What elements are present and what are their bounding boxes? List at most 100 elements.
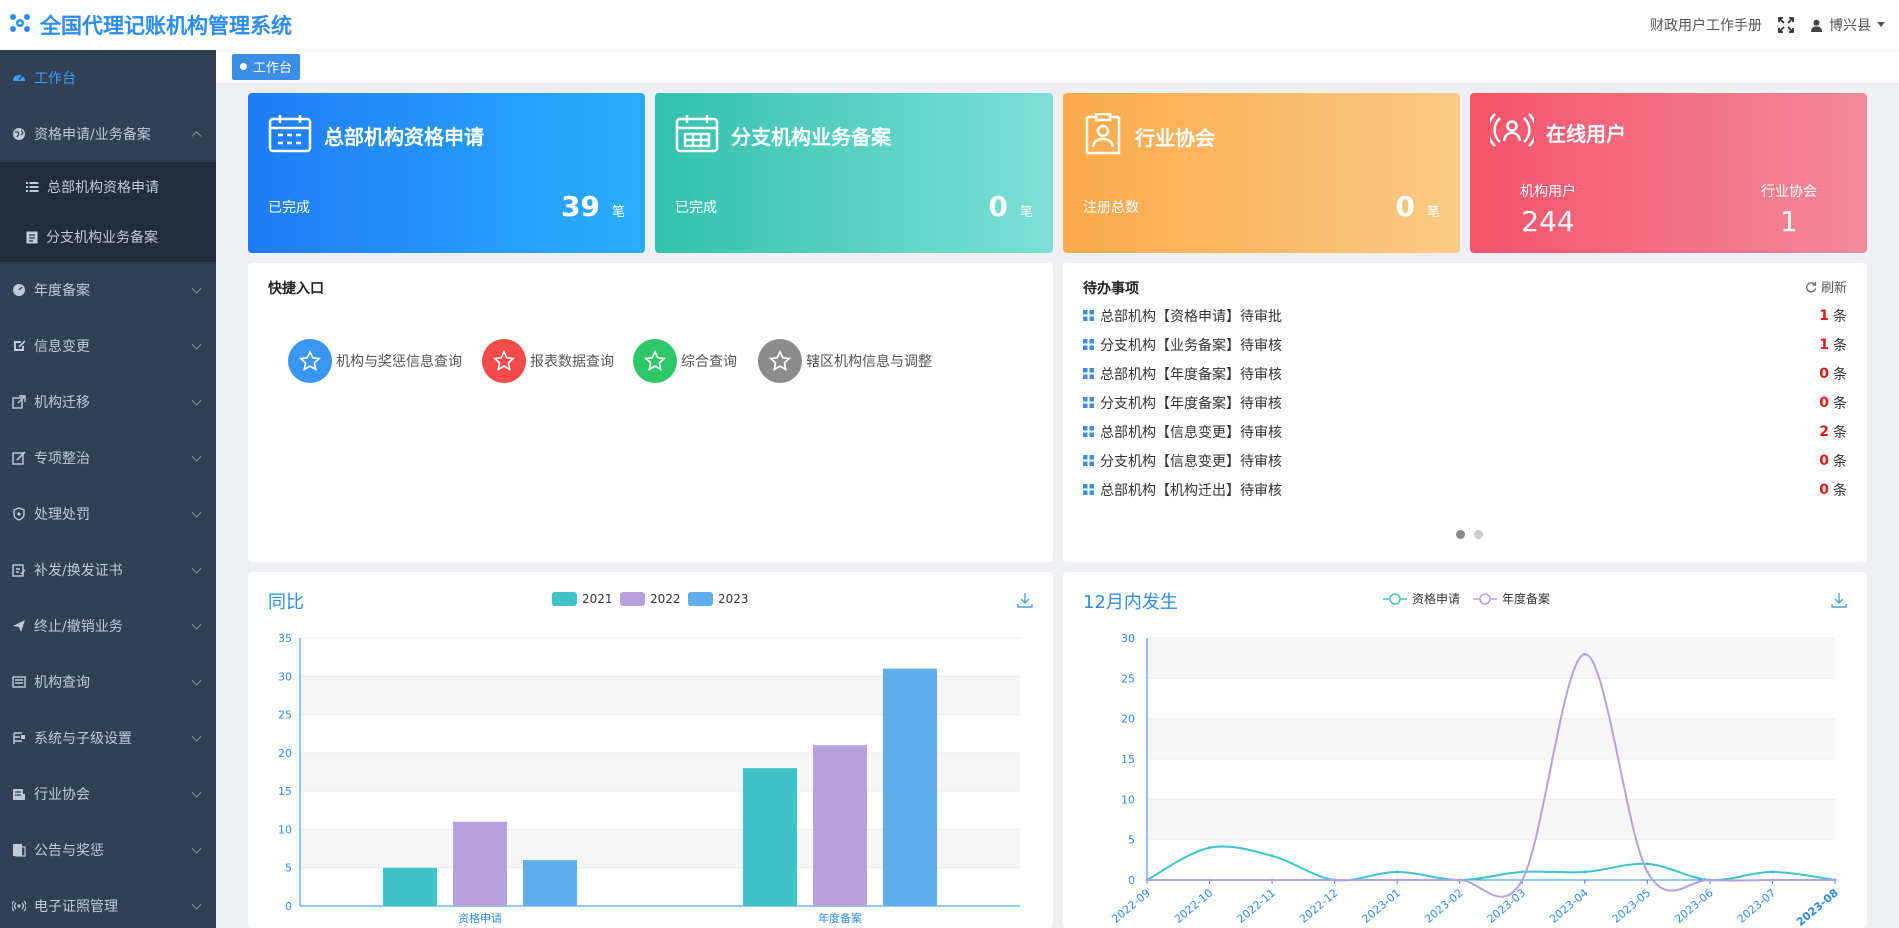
bar [383, 867, 437, 906]
book-icon [12, 787, 26, 801]
sidebar-item-penalty[interactable]: 处理处罚 [0, 486, 216, 542]
sidebar-item-system-settings[interactable]: 系统与子级设置 [0, 710, 216, 766]
x-tick-label: 年度备案 [818, 911, 862, 925]
sidebar-item-announcement[interactable]: 公告与奖惩 [0, 822, 216, 878]
user-menu[interactable]: 博兴县 [1810, 15, 1885, 35]
sidebar-subitem-branch-filing[interactable]: 分支机构业务备案 [0, 212, 216, 262]
tab-workbench[interactable]: 工作台 [232, 53, 301, 80]
quick-link-district-orgs[interactable]: 辖区机构信息与调整 [758, 339, 932, 383]
sidebar-item-qualification[interactable]: 资格申请/业务备案 [0, 106, 216, 162]
legend-label: 2022 [650, 592, 681, 606]
sidebar: 工作台 资格申请/业务备案 总部机构资格申请 分支机构业务备案 年度备案 信息变更… [0, 50, 216, 928]
data-point [1395, 878, 1399, 882]
todo-item[interactable]: 总部机构【资格申请】待审批 1 条 [1083, 301, 1847, 330]
data-point [1208, 878, 1212, 882]
quick-link-general-query[interactable]: 综合查询 [633, 339, 737, 383]
monthly-chart-panel: 12月内发生 0 5 10 15 20 25 30 2022-09 2022-10 2022-11… [1063, 572, 1867, 928]
grid-icon [1083, 484, 1094, 495]
grid-band [1147, 799, 1835, 840]
refresh-button[interactable]: 刷新 [1805, 277, 1847, 296]
x-tick-label: 2023-03 [1485, 886, 1529, 926]
line-chart: 0 5 10 15 20 25 30 2022-09 2022-10 2022-11 2022-12… [1109, 591, 1841, 928]
y-tick-label: 5 [1128, 834, 1135, 847]
data-point [1395, 870, 1399, 874]
todo-count: 0 [1819, 452, 1829, 469]
card-hq-application[interactable]: 总部机构资格申请 已完成 39 笔 [248, 93, 645, 253]
todo-item[interactable]: 总部机构【机构迁出】待审核 0 条 [1083, 475, 1847, 504]
y-tick-label: 25 [1121, 672, 1135, 685]
todo-count: 0 [1819, 394, 1829, 411]
chevron-down-icon [191, 339, 202, 350]
y-tick-label: 10 [278, 823, 292, 836]
card-icon [12, 675, 26, 689]
y-tick-label: 25 [278, 709, 292, 722]
sidebar-item-terminate-revoke[interactable]: 终止/撤销业务 [0, 598, 216, 654]
signal-icon [12, 899, 26, 913]
x-tick-label: 2022-11 [1234, 886, 1278, 926]
list-icon [26, 181, 39, 193]
sidebar-item-org-migration[interactable]: 机构迁移 [0, 374, 216, 430]
todo-count: 2 [1819, 423, 1829, 440]
grid-icon [1083, 339, 1094, 350]
user-manual-link[interactable]: 财政用户工作手册 [1650, 15, 1762, 35]
carousel-dot-active[interactable] [1456, 530, 1465, 539]
online-org-users: 机构用户 244 [1520, 184, 1576, 238]
top-header: 全国代理记账机构管理系统 财政用户工作手册 博兴县 [0, 0, 1899, 50]
card-industry-association[interactable]: 行业协会 注册总数 0 笔 [1063, 93, 1460, 253]
quick-link-report-query[interactable]: 报表数据查询 [482, 339, 614, 383]
quick-link-org-query[interactable]: 机构与奖惩信息查询 [288, 339, 462, 383]
sidebar-subitem-hq-application[interactable]: 总部机构资格申请 [0, 162, 216, 212]
sidebar-item-annual-filing[interactable]: 年度备案 [0, 262, 216, 318]
todo-item[interactable]: 分支机构【年度备案】待审核 0 条 [1083, 388, 1847, 417]
data-point [1833, 878, 1837, 882]
todo-item[interactable]: 总部机构【信息变更】待审核 2 条 [1083, 417, 1847, 446]
data-point [1583, 652, 1587, 656]
todo-item[interactable]: 分支机构【信息变更】待审核 0 条 [1083, 446, 1847, 475]
palette-icon [12, 283, 26, 297]
data-point [1520, 870, 1524, 874]
card-branch-filing[interactable]: 分支机构业务备案 已完成 0 笔 [655, 93, 1053, 253]
card-online-users[interactable]: 在线用户 机构用户 244 行业协会 1 [1470, 93, 1867, 253]
star-icon [633, 339, 677, 383]
todo-item[interactable]: 分支机构【业务备案】待审核 1 条 [1083, 330, 1847, 359]
y-tick-label: 10 [1121, 793, 1135, 806]
card-value: 39 [561, 190, 600, 223]
todo-label: 总部机构【资格申请】待审批 [1100, 308, 1282, 325]
fullscreen-icon[interactable] [1778, 17, 1794, 33]
todo-label: 总部机构【信息变更】待审核 [1100, 424, 1282, 441]
grid-band [1147, 718, 1835, 759]
y-tick-label: 30 [278, 670, 292, 683]
globe-icon [12, 127, 26, 141]
todo-count: 1 [1819, 336, 1829, 353]
card-value: 0 [1395, 190, 1415, 223]
sidebar-item-certificate-reissue[interactable]: 补发/换发证书 [0, 542, 216, 598]
sidebar-item-special-rectification[interactable]: 专项整治 [0, 430, 216, 486]
grid-icon [1083, 397, 1094, 408]
data-point [1270, 878, 1274, 882]
x-tick-label: 2023-02 [1422, 886, 1466, 926]
caret-down-icon [1877, 22, 1885, 27]
user-icon [1810, 19, 1823, 32]
sidebar-item-info-change[interactable]: 信息变更 [0, 318, 216, 374]
sidebar-item-e-license[interactable]: 电子证照管理 [0, 878, 216, 928]
brand: 全国代理记账机构管理系统 [8, 10, 292, 40]
todo-item[interactable]: 总部机构【年度备案】待审核 0 条 [1083, 359, 1847, 388]
bar [883, 668, 937, 906]
data-point [1645, 862, 1649, 866]
legend-swatch [620, 592, 645, 606]
data-point [1708, 878, 1712, 882]
sidebar-item-workbench[interactable]: 工作台 [0, 50, 216, 106]
carousel-dot[interactable] [1474, 530, 1483, 539]
grid-icon [1083, 310, 1094, 321]
chevron-down-icon [191, 507, 202, 518]
todo-count: 1 [1819, 307, 1829, 324]
todo-unit: 条 [1833, 366, 1847, 383]
bar [523, 860, 577, 906]
todo-unit: 条 [1833, 453, 1847, 470]
data-point [1458, 878, 1462, 882]
sidebar-item-org-query[interactable]: 机构查询 [0, 654, 216, 710]
grid-icon [1083, 455, 1094, 466]
tree-icon [12, 731, 26, 745]
sidebar-item-industry-association[interactable]: 行业协会 [0, 766, 216, 822]
chevron-down-icon [191, 843, 202, 854]
